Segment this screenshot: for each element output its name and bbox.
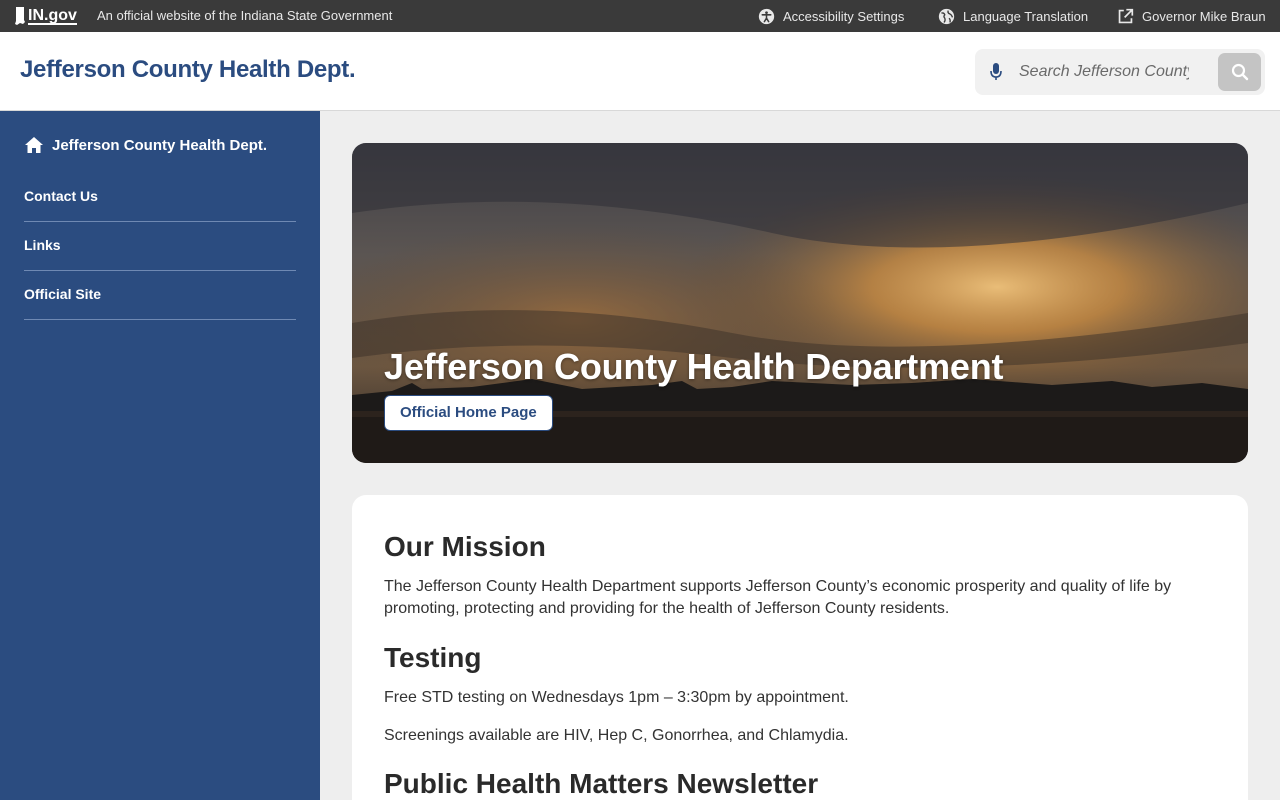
sidebar-nav: Jefferson County Health Dept. Contact Us… — [0, 111, 320, 800]
sidebar-item-contact-us[interactable]: Contact Us — [24, 173, 296, 222]
language-translation-label: Language Translation — [963, 8, 1089, 24]
search-input[interactable] — [1019, 57, 1189, 87]
indiana-state-icon — [15, 7, 25, 25]
ingov-logo[interactable]: IN.gov — [14, 6, 77, 26]
search-icon — [1231, 63, 1248, 81]
sidebar-home-link[interactable]: Jefferson County Health Dept. — [24, 136, 267, 154]
search-button[interactable] — [1218, 53, 1261, 91]
testing-screenings-text: Screenings available are HIV, Hep C, Gon… — [384, 727, 849, 744]
testing-heading: Testing — [384, 642, 482, 673]
official-site-notice: An official website of the Indiana State… — [97, 8, 393, 23]
globe-icon — [938, 8, 955, 24]
hero-banner: Jefferson County Health Department Offic… — [352, 143, 1248, 463]
microphone-icon[interactable] — [989, 62, 1003, 82]
official-home-page-button[interactable]: Official Home Page — [384, 395, 553, 431]
testing-schedule-text: Free STD testing on Wednesdays 1pm – 3:3… — [384, 689, 849, 706]
hero-title: Jefferson County Health Department — [384, 346, 1004, 387]
site-title[interactable]: Jefferson County Health Dept. — [20, 56, 356, 84]
state-banner: IN.gov An official website of the Indian… — [0, 0, 1280, 32]
home-icon — [25, 137, 43, 153]
accessibility-settings-label: Accessibility Settings — [783, 8, 905, 24]
mission-heading: Our Mission — [384, 531, 546, 562]
sidebar-item-official-site[interactable]: Official Site — [24, 271, 296, 320]
sidebar-home-label: Jefferson County Health Dept. — [52, 136, 268, 154]
sidebar-item-links[interactable]: Links — [24, 222, 296, 271]
external-link-icon — [1118, 8, 1134, 23]
site-header: Jefferson County Health Dept. — [0, 32, 1280, 111]
mission-text: The Jefferson County Health Department s… — [384, 578, 1172, 617]
accessibility-settings-link[interactable]: Accessibility Settings — [758, 6, 904, 26]
content-card: Our Mission The Jefferson County Health … — [352, 495, 1248, 800]
ingov-logo-text: IN.gov — [28, 6, 77, 25]
search-box — [975, 49, 1265, 95]
newsletter-heading: Public Health Matters Newsletter — [384, 768, 819, 799]
accessibility-icon — [758, 8, 775, 24]
governor-link[interactable]: Governor Mike Braun — [1117, 6, 1266, 26]
language-translation-link[interactable]: Language Translation — [938, 6, 1088, 26]
governor-label: Governor Mike Braun — [1142, 8, 1266, 24]
